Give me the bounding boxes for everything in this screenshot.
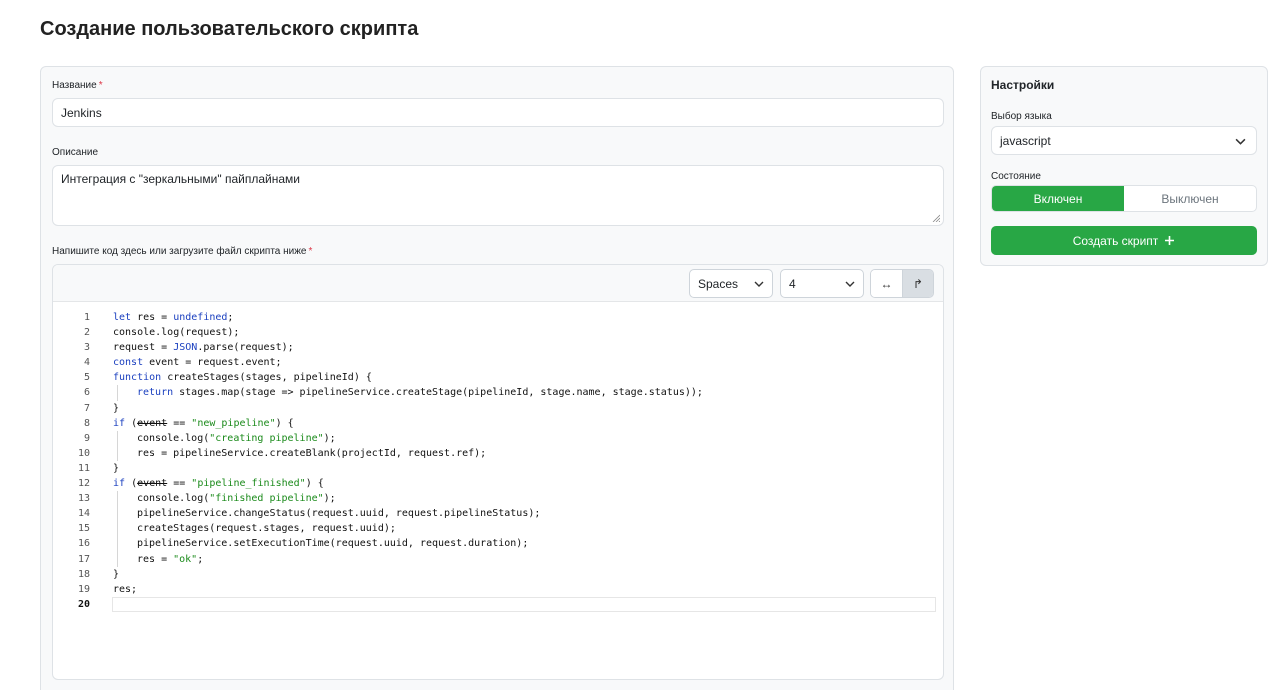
code-line: 10 res = pipelineService.createBlank(proj… [53, 445, 943, 461]
state-toggle: Включен Выключен [991, 185, 1257, 212]
code-line: 17 res = "ok"; [53, 551, 943, 567]
code-label: Напишите код здесь или загрузите файл ск… [52, 246, 313, 257]
indent-size-value: 4 [789, 276, 796, 291]
plus-icon [1165, 236, 1175, 245]
chevron-down-icon [754, 281, 764, 287]
state-on-button[interactable]: Включен [992, 186, 1124, 211]
code-line: 13 console.log("finished pipeline"); [53, 491, 943, 507]
state-label: Состояние [991, 171, 1041, 182]
code-line: 4 const event = request.event; [83, 357, 282, 369]
code-line-current: 20 [53, 596, 943, 612]
name-input-value: Jenkins [61, 105, 102, 120]
description-label: Описание [52, 147, 99, 158]
description-textarea[interactable]: Интеграция с "зеркальными" пайплайнами [52, 165, 944, 226]
code-line: 5 function createStages(stages, pipelineI… [83, 372, 372, 384]
chevron-down-icon [845, 281, 855, 287]
language-value: javascript [1000, 133, 1051, 148]
code-line: 16 pipelineService.setExecutionTime(reque… [53, 536, 943, 552]
code-line: 8 if (event == "new_pipeline") { [83, 417, 294, 429]
horizontal-arrows-icon: ↔ [880, 276, 893, 291]
editor-toolbar: Spaces 4 ↔ ↱ [53, 265, 943, 302]
page-title: Создание пользовательского скрипта [40, 18, 419, 40]
wrap-arrow-icon: ↱ [912, 276, 924, 291]
code-line: 2 console.log(request); [83, 327, 240, 339]
indent-type-value: Spaces [698, 276, 739, 291]
wrap-toggle-group: ↔ ↱ [870, 269, 934, 298]
create-script-label: Создать скрипт [1072, 233, 1159, 248]
code-line: 6 return stages.map(stage => pipelineServ… [53, 385, 943, 401]
code-line: 11} [77, 462, 120, 474]
description-value: Интеграция с "зеркальными" пайплайнами [61, 172, 300, 186]
indent-size-select[interactable]: 4 [780, 269, 864, 298]
indent-type-select[interactable]: Spaces [689, 269, 773, 298]
create-script-button[interactable]: Создать скрипт [991, 226, 1257, 255]
script-form-card: Название * Jenkins Описание Интеграция с … [40, 66, 954, 690]
state-off-button[interactable]: Выключен [1124, 186, 1256, 211]
code-line: 9 console.log("creating pipeline"); [53, 430, 943, 446]
language-select[interactable]: javascript [991, 126, 1257, 155]
code-line: 18} [77, 568, 120, 580]
code-line: 14 pipelineService.changeStatus(request.u… [53, 506, 943, 522]
cursor-line [112, 596, 936, 612]
code-line: 3 request = JSON.parse(request); [83, 342, 294, 354]
code-line: 7} [83, 402, 120, 414]
code-line: 15 createStages(request.stages, request.u… [53, 521, 943, 537]
no-wrap-button[interactable]: ↔ [871, 270, 902, 297]
resize-grip-icon[interactable] [932, 214, 940, 222]
code-editor[interactable]: Spaces 4 ↔ ↱ 1 let res = undefined; 2 cons… [52, 264, 944, 680]
code-line: 12 if (event == "pipeline_finished") { [77, 478, 324, 490]
chevron-down-icon [1235, 138, 1246, 145]
name-input[interactable]: Jenkins [52, 98, 944, 127]
language-label: Выбор языка [991, 111, 1052, 122]
code-area[interactable]: 1 let res = undefined; 2 console.log(reque… [53, 310, 943, 612]
settings-title: Настройки [991, 78, 1055, 92]
code-line: 1 let res = undefined; [83, 312, 234, 323]
name-label: Название * [52, 80, 103, 91]
settings-card: Настройки Выбор языка javascript Состоян… [980, 66, 1268, 266]
wrap-button[interactable]: ↱ [902, 270, 933, 297]
code-line: 19 res; [77, 583, 138, 595]
